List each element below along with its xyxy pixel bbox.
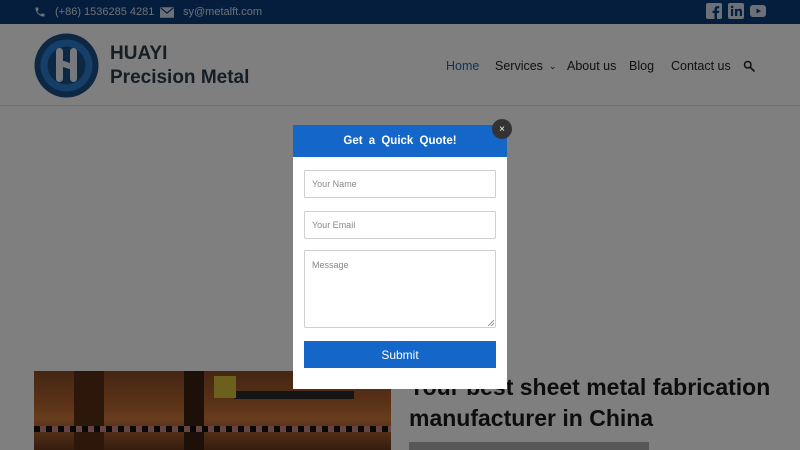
message-field[interactable] <box>304 250 496 328</box>
submit-button[interactable]: Submit <box>304 341 496 368</box>
close-button[interactable]: × <box>492 119 512 139</box>
quote-modal: Get a Quick Quote! Submit <box>293 125 507 389</box>
modal-title: Get a Quick Quote! <box>293 125 507 157</box>
name-field[interactable] <box>304 170 496 198</box>
resize-handle-icon[interactable] <box>488 320 494 326</box>
email-field[interactable] <box>304 211 496 239</box>
